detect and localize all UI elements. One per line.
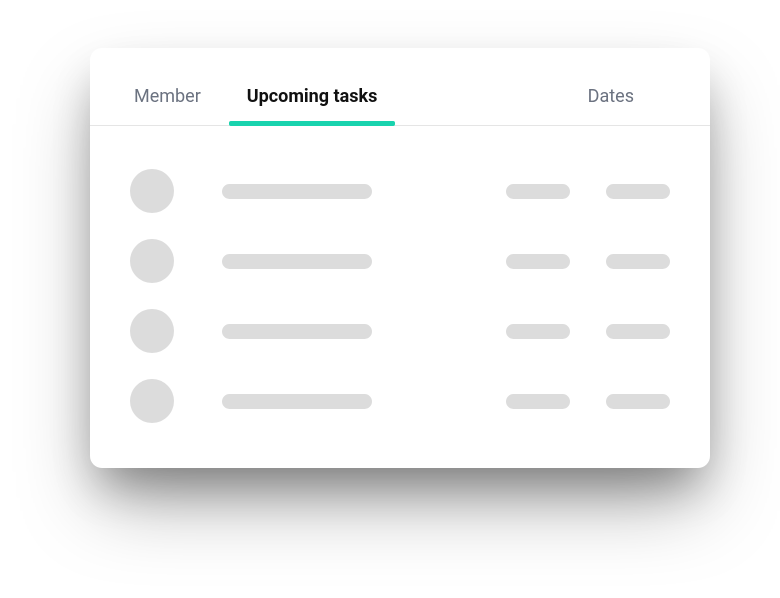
date-end-placeholder <box>606 394 670 409</box>
table-row[interactable] <box>130 156 670 226</box>
avatar <box>130 169 174 213</box>
date-start-placeholder <box>506 254 570 269</box>
tab-member[interactable]: Member <box>126 86 209 125</box>
avatar <box>130 309 174 353</box>
task-placeholder <box>222 184 372 199</box>
table-row[interactable] <box>130 296 670 366</box>
table-row[interactable] <box>130 226 670 296</box>
date-start-placeholder <box>506 394 570 409</box>
date-end-placeholder <box>606 254 670 269</box>
date-end-placeholder <box>606 324 670 339</box>
task-placeholder <box>222 324 372 339</box>
tab-bar: Member Upcoming tasks Dates <box>90 48 710 126</box>
task-card: Member Upcoming tasks Dates <box>90 48 710 468</box>
date-end-placeholder <box>606 184 670 199</box>
tab-upcoming-tasks-label: Upcoming tasks <box>247 86 378 107</box>
task-placeholder <box>222 394 372 409</box>
task-list <box>90 126 710 436</box>
tab-upcoming-tasks[interactable]: Upcoming tasks <box>239 86 386 125</box>
date-start-placeholder <box>506 184 570 199</box>
tab-dates[interactable]: Dates <box>580 86 642 125</box>
table-row[interactable] <box>130 366 670 436</box>
avatar <box>130 379 174 423</box>
date-start-placeholder <box>506 324 570 339</box>
active-tab-indicator <box>229 121 396 126</box>
task-placeholder <box>222 254 372 269</box>
avatar <box>130 239 174 283</box>
